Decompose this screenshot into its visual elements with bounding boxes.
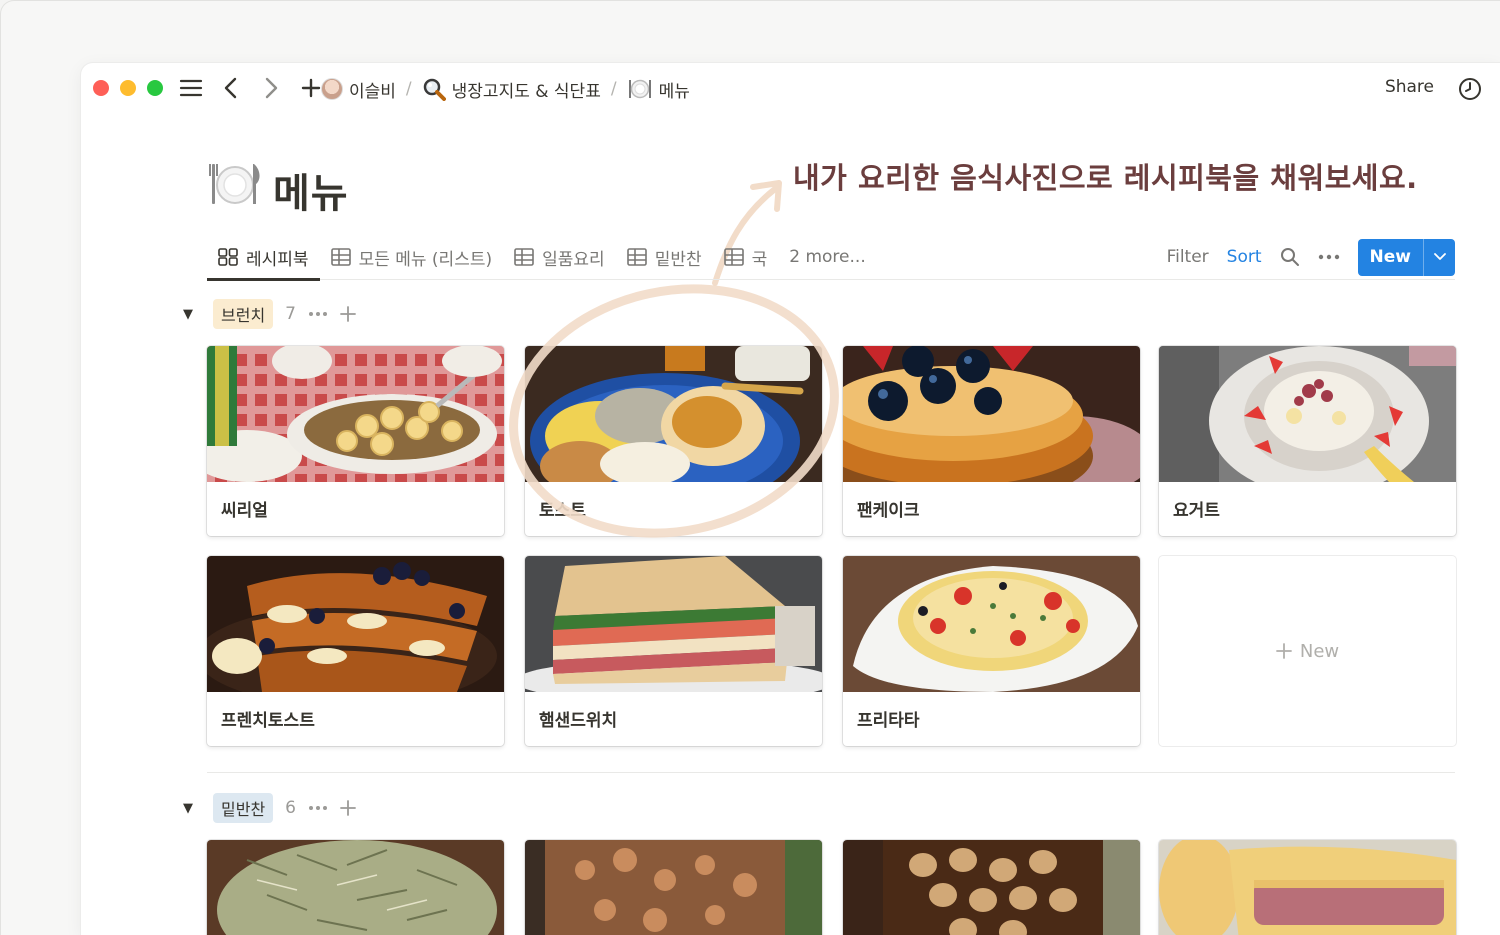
minimize-window-button[interactable]: [120, 80, 136, 96]
gallery-icon: [218, 248, 238, 266]
filter-button[interactable]: Filter: [1167, 247, 1209, 267]
page-title[interactable]: 메뉴: [273, 161, 349, 219]
tab-all-menu-list[interactable]: 모든 메뉴 (리스트): [320, 234, 504, 280]
gallery-card[interactable]: 햄샌드위치: [525, 556, 822, 746]
sidebar-menu-icon[interactable]: [178, 75, 204, 101]
gallery-card[interactable]: 토스트: [525, 346, 822, 536]
back-arrow-icon[interactable]: [218, 75, 244, 101]
more-options-icon[interactable]: [308, 311, 328, 317]
gallery-card[interactable]: 씨리얼: [207, 346, 504, 536]
notion-window: 이슬비 / 냉장고지도 & 식단표 / 메뉴 Share 메뉴 내가 요리한 음…: [81, 63, 1500, 935]
close-window-button[interactable]: [93, 80, 109, 96]
new-dropdown-button[interactable]: [1423, 238, 1455, 276]
gallery-card[interactable]: 프리타타: [843, 556, 1140, 746]
share-button[interactable]: Share: [1385, 77, 1434, 97]
table-icon: [514, 248, 534, 266]
breadcrumb: 이슬비 / 냉장고지도 & 식단표 / 메뉴: [321, 75, 690, 103]
breadcrumb-label: 냉장고지도 & 식단표: [451, 81, 601, 102]
plate-emoji-icon: [628, 79, 651, 99]
add-new-card[interactable]: New: [1159, 556, 1456, 746]
tab-recipe-book[interactable]: 레시피북: [207, 234, 320, 281]
card-title: 요거트: [1173, 501, 1220, 521]
view-tabs: 레시피북 모든 메뉴 (리스트) 일품요리 밑반찬 국 2 more...: [207, 234, 877, 281]
card-cover-image: [1159, 346, 1456, 482]
card-title: 프리타타: [857, 711, 920, 731]
chevron-down-icon: [1433, 253, 1446, 260]
group-header-side-dish: ▼ 밑반찬 6: [183, 793, 356, 823]
breadcrumb-label: 이슬비: [349, 81, 396, 102]
gallery-card[interactable]: 프렌치토스트: [207, 556, 504, 746]
card-cover-image: [207, 556, 504, 692]
gallery-card[interactable]: [525, 840, 822, 935]
tab-side-dish[interactable]: 밑반찬: [616, 234, 713, 280]
card-cover-image: [843, 840, 1140, 935]
search-icon[interactable]: [1280, 247, 1300, 267]
card-title: 토스트: [539, 501, 586, 521]
group-toggle-icon[interactable]: ▼: [183, 307, 201, 322]
database-view-bar: 레시피북 모든 메뉴 (리스트) 일품요리 밑반찬 국 2 more... Fi…: [207, 234, 1455, 281]
table-icon: [330, 248, 351, 266]
tab-label: 밑반찬: [654, 249, 702, 270]
card-title: 프렌치토스트: [221, 711, 315, 731]
card-cover-image: [207, 840, 504, 935]
more-options-icon[interactable]: [308, 805, 328, 811]
card-cover-image: [525, 556, 822, 692]
breadcrumb-label: 메뉴: [658, 81, 690, 102]
tab-main-dish[interactable]: 일품요리: [503, 234, 616, 280]
gallery-card[interactable]: [207, 840, 504, 935]
annotation-callout: 내가 요리한 음식사진으로 레시피북을 채워보세요.: [793, 161, 1418, 195]
card-cover-image: [843, 556, 1140, 692]
gallery-card[interactable]: [1159, 840, 1456, 935]
more-views-button[interactable]: 2 more...: [778, 234, 876, 280]
breadcrumb-item-user[interactable]: 이슬비: [321, 77, 396, 102]
add-icon: [1275, 643, 1292, 659]
magnifier-emoji-icon: [423, 78, 446, 101]
window-controls: [93, 80, 163, 96]
new-button-label[interactable]: New: [1358, 239, 1423, 276]
maximize-window-button[interactable]: [147, 80, 163, 96]
breadcrumb-separator: /: [405, 79, 412, 99]
breadcrumb-separator: /: [610, 79, 617, 99]
card-title: 햄샌드위치: [539, 711, 618, 731]
group-header-brunch: ▼ 브런치 7: [183, 299, 356, 329]
add-icon[interactable]: [340, 800, 356, 816]
breadcrumb-item-fridge-map[interactable]: 냉장고지도 & 식단표: [422, 77, 601, 102]
group-tag[interactable]: 밑반찬: [213, 793, 274, 823]
gallery-card[interactable]: [843, 840, 1140, 935]
tab-label: 모든 메뉴 (리스트): [358, 249, 493, 270]
table-icon: [723, 248, 744, 266]
topbar: 이슬비 / 냉장고지도 & 식단표 / 메뉴 Share: [81, 63, 1500, 115]
breadcrumb-item-menu[interactable]: 메뉴: [627, 77, 690, 102]
card-cover-image: [843, 346, 1140, 482]
group-divider: [207, 772, 1455, 773]
group-count: 6: [285, 798, 296, 818]
new-card-label: New: [1299, 640, 1340, 662]
card-cover-image: [525, 346, 822, 482]
card-cover-image: [1159, 840, 1456, 935]
forward-arrow-icon[interactable]: [258, 75, 284, 101]
card-cover-image: [207, 346, 504, 482]
table-icon: [626, 248, 647, 266]
group-tag[interactable]: 브런치: [213, 299, 274, 329]
card-title: 씨리얼: [221, 501, 268, 521]
history-clock-icon[interactable]: [1458, 77, 1482, 101]
tab-soup[interactable]: 국: [713, 234, 779, 280]
group-toggle-icon[interactable]: ▼: [183, 801, 201, 816]
more-options-icon[interactable]: [1318, 253, 1340, 261]
group-count: 7: [285, 304, 296, 324]
add-icon[interactable]: [340, 306, 356, 322]
tab-label: 일품요리: [542, 249, 605, 270]
card-title: 팬케이크: [857, 501, 920, 521]
nav-icons: [178, 75, 324, 101]
new-entry-button[interactable]: New: [1357, 238, 1455, 276]
card-cover-image: [525, 840, 822, 935]
sort-button[interactable]: Sort: [1227, 247, 1262, 267]
avatar: [321, 78, 343, 100]
tab-label: 국: [751, 249, 768, 270]
gallery-card[interactable]: 요거트: [1159, 346, 1456, 536]
gallery-card[interactable]: 팬케이크: [843, 346, 1140, 536]
tab-label: 레시피북: [246, 249, 309, 270]
view-actions: Filter Sort New: [1167, 234, 1455, 280]
plate-emoji-icon[interactable]: [209, 160, 261, 208]
